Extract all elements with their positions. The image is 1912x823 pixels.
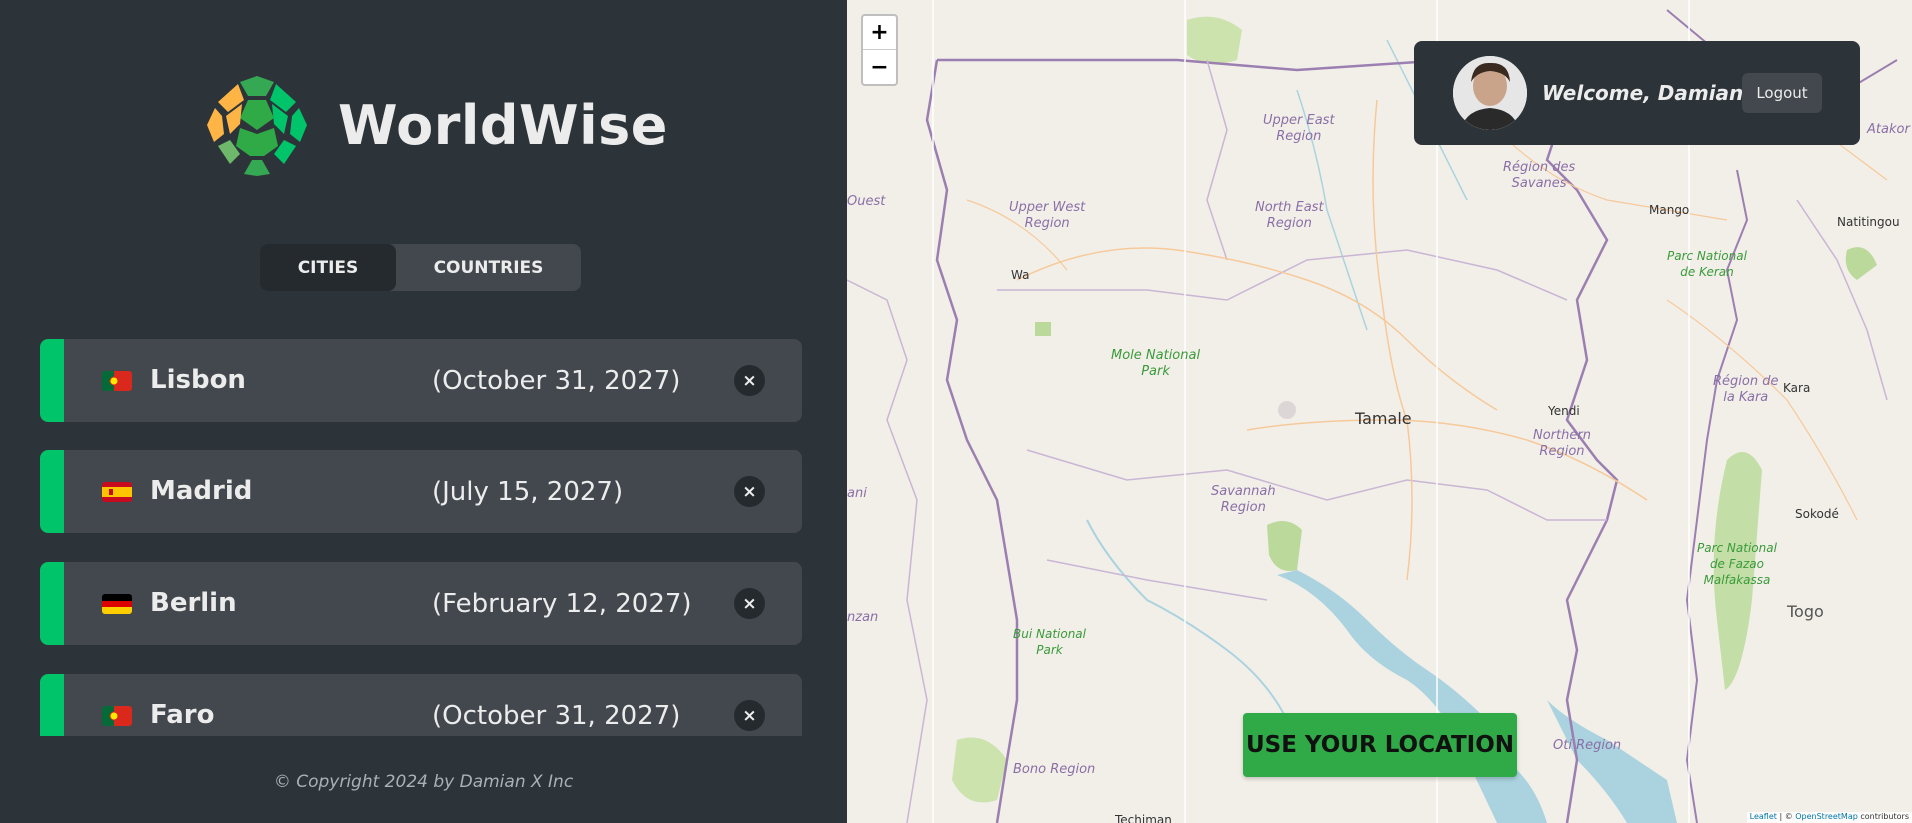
map-label-fazao: Parc National de Fazao Malfakassa [1697, 541, 1777, 587]
attribution-contributors: contributors [1857, 812, 1909, 821]
map-label-natitingou: Natitingou [1837, 215, 1900, 229]
zoom-out-button[interactable]: − [863, 50, 896, 84]
city-item-accent [40, 450, 64, 533]
map-label-north-east: North East Region [1255, 200, 1324, 231]
view-tabs: CITIES COUNTRIES [260, 244, 581, 291]
map-label-yendi: Yendi [1548, 404, 1580, 418]
sidebar: WorldWise CITIES COUNTRIES Lisbon (Octob… [0, 0, 847, 823]
city-item-accent [40, 562, 64, 645]
city-item-lisbon[interactable]: Lisbon (October 31, 2027) × [40, 339, 802, 422]
city-item-faro[interactable]: Faro (October 31, 2027) × [40, 674, 802, 736]
map-label-oti: Oti Region [1553, 738, 1622, 753]
map-label-upper-east: Upper East Region [1263, 113, 1335, 144]
map-label-kara-region: Région de la Kara [1713, 374, 1779, 405]
app-name: WorldWise [338, 93, 668, 157]
welcome-text: Welcome, Damian [1542, 81, 1744, 105]
map-label-mole: Mole National Park [1111, 348, 1201, 379]
map-label-kara: Kara [1783, 381, 1811, 395]
map-label-savannah: Savannah Region [1211, 484, 1276, 515]
map-label-bono: Bono Region [1013, 762, 1096, 777]
city-item-accent [40, 674, 64, 736]
logout-button[interactable]: Logout [1742, 73, 1822, 113]
attribution-separator: | © [1776, 812, 1796, 821]
map-label-northern: Northern Region [1533, 428, 1591, 459]
map-attribution: Leaflet | © OpenStreetMap contributors [1746, 812, 1912, 823]
map-label-bui: Bui National Park [1013, 627, 1086, 657]
map-label-wa: Wa [1011, 268, 1030, 282]
map-label-techiman: Techiman [1115, 813, 1172, 823]
portugal-flag-icon [102, 706, 132, 726]
osm-link[interactable]: OpenStreetMap [1795, 812, 1858, 821]
avatar [1453, 56, 1527, 130]
map-label-ouest: Ouest [847, 194, 886, 209]
city-item-madrid[interactable]: Madrid (July 15, 2027) × [40, 450, 802, 533]
map-label-upper-west: Upper West Region [1009, 200, 1086, 231]
city-item-accent [40, 339, 64, 422]
zoom-in-button[interactable]: + [863, 16, 896, 50]
spain-flag-icon [102, 482, 132, 502]
city-item-berlin[interactable]: Berlin (February 12, 2027) × [40, 562, 802, 645]
map-label-atakora: Atakor [1867, 122, 1910, 137]
city-date: (October 31, 2027) [432, 366, 681, 396]
city-date: (July 15, 2027) [432, 477, 624, 507]
map-label-mango: Mango [1649, 203, 1690, 217]
leaflet-link[interactable]: Leaflet [1750, 812, 1777, 821]
globe-logo-icon [205, 73, 309, 177]
germany-flag-icon [102, 594, 132, 614]
map-label-togo: Togo [1787, 602, 1824, 621]
use-location-button[interactable]: USE YOUR LOCATION [1243, 713, 1517, 777]
copyright-text: © Copyright 2024 by Damian X Inc [273, 772, 574, 792]
city-date: (February 12, 2027) [432, 589, 692, 619]
map-label-tamale: Tamale [1355, 409, 1412, 428]
delete-city-button[interactable]: × [734, 365, 765, 396]
city-date: (October 31, 2027) [432, 701, 681, 731]
map-label-nzan: nzan [847, 610, 879, 625]
delete-city-button[interactable]: × [734, 476, 765, 507]
delete-city-button[interactable]: × [734, 588, 765, 619]
city-name: Madrid [150, 476, 253, 506]
tab-cities[interactable]: CITIES [260, 244, 396, 291]
city-name: Berlin [150, 588, 237, 618]
user-panel: Welcome, Damian Logout [1414, 41, 1860, 145]
map-label-ani: ani [847, 486, 867, 501]
map-label-keran: Parc National de Keran [1667, 249, 1747, 279]
portugal-flag-icon [102, 371, 132, 391]
zoom-control: + − [861, 14, 898, 86]
tab-countries[interactable]: COUNTRIES [396, 244, 581, 291]
city-list[interactable]: Lisbon (October 31, 2027) × Madrid (July… [40, 339, 802, 736]
city-name: Lisbon [150, 365, 246, 395]
app-logo[interactable]: WorldWise [204, 72, 668, 178]
delete-city-button[interactable]: × [734, 700, 765, 731]
map-label-sokode: Sokodé [1795, 507, 1839, 521]
map-label-savanes: Région des Savanes [1503, 160, 1576, 191]
city-name: Faro [150, 700, 215, 730]
